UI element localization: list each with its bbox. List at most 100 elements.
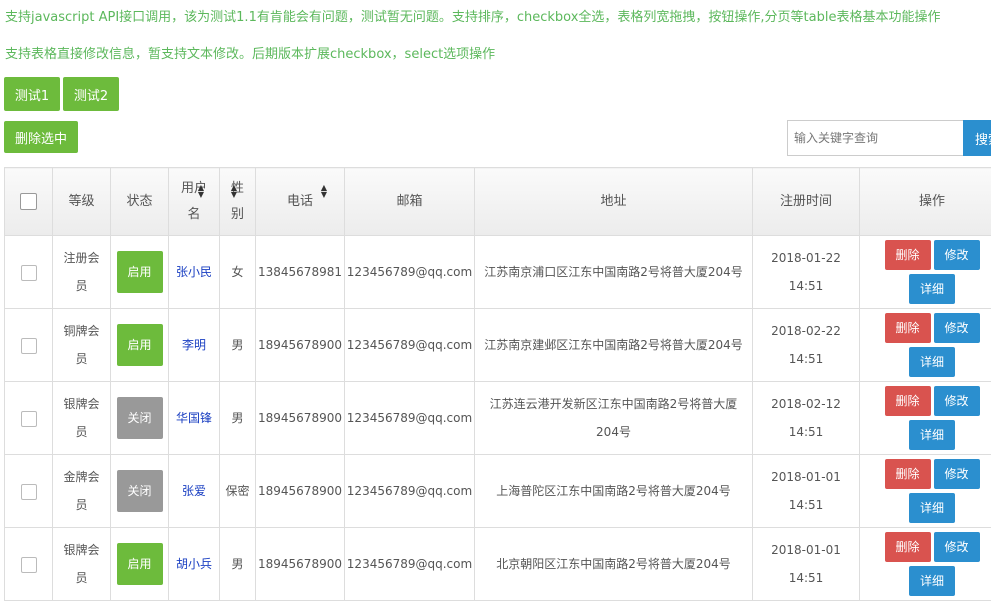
phone-cell: 18945678900	[255, 454, 345, 528]
row-checkbox[interactable]	[20, 410, 37, 427]
level-text: 银牌会员	[63, 543, 100, 585]
reg-date: 2018-01-01	[771, 543, 841, 557]
row-checkbox-cell[interactable]	[4, 381, 53, 455]
username-text[interactable]: 华国锋	[176, 411, 212, 425]
actions-cell: 删除 修改 详细	[859, 308, 991, 382]
level-cell: 金牌会员	[52, 454, 111, 528]
actions-cell: 删除 修改 详细	[859, 235, 991, 309]
username-text[interactable]: 张爱	[182, 484, 206, 498]
detail-button[interactable]: 详细	[909, 420, 955, 450]
header-gender[interactable]: 性别 ▲ ▼	[219, 167, 256, 236]
detail-button[interactable]: 详细	[909, 274, 955, 304]
header-phone-label: 电话	[286, 193, 313, 209]
row-checkbox[interactable]	[20, 337, 37, 354]
address-text: 江苏连云港开发新区江东中国南路2号将普大厦204号	[489, 397, 738, 439]
reg-time-cell: 2018-01-01 14:51	[752, 454, 860, 528]
sort-icon[interactable]: ▲ ▼	[230, 184, 238, 199]
username-cell[interactable]: 张小民	[168, 235, 220, 309]
username-cell[interactable]: 胡小兵	[168, 527, 220, 601]
table-header-row: 等级 状态 用户名 ▲ ▼ 性别 ▲ ▼ 电话 ▲ ▼ 邮箱 地址 注册时间 操作	[4, 167, 991, 236]
reg-time: 14:51	[788, 571, 824, 585]
actions-cell: 删除 修改 详细	[859, 527, 991, 601]
table-row: 金牌会员 关闭 张爱 保密 18945678900 123456789@qq.c…	[4, 454, 991, 528]
delete-button[interactable]: 删除	[884, 459, 931, 489]
edit-button[interactable]: 修改	[933, 240, 980, 270]
gender-cell: 男	[219, 381, 256, 455]
header-level: 等级	[52, 167, 111, 236]
username-cell[interactable]: 李明	[168, 308, 220, 382]
level-cell: 银牌会员	[52, 381, 111, 455]
header-reg-time: 注册时间	[752, 167, 860, 236]
email-cell: 123456789@qq.com	[344, 454, 475, 528]
address-cell: 江苏南京建邺区江东中国南路2号将普大厦204号	[474, 308, 753, 382]
status-cell: 启用	[110, 235, 169, 309]
edit-button[interactable]: 修改	[933, 386, 980, 416]
row-checkbox-cell[interactable]	[4, 454, 53, 528]
gender-cell: 保密	[219, 454, 256, 528]
detail-button[interactable]: 详细	[909, 347, 955, 377]
username-cell[interactable]: 华国锋	[168, 381, 220, 455]
select-all-checkbox[interactable]	[20, 192, 37, 210]
username-text[interactable]: 李明	[182, 338, 206, 352]
header-phone[interactable]: 电话 ▲ ▼	[255, 167, 345, 236]
level-text: 注册会员	[63, 251, 100, 293]
reg-time-cell: 2018-01-01 14:51	[752, 527, 860, 601]
intro-text-1: 支持javascript API接口调用，该为测试1.1有肯能会有问题，测试暂无…	[5, 10, 941, 25]
reg-time: 14:51	[788, 498, 824, 512]
row-checkbox-cell[interactable]	[4, 308, 53, 382]
delete-button[interactable]: 删除	[884, 386, 931, 416]
delete-selected-button[interactable]: 删除选中	[4, 121, 78, 153]
reg-date: 2018-01-01	[771, 470, 841, 484]
reg-date: 2018-02-12	[771, 397, 841, 411]
reg-time: 14:51	[788, 425, 824, 439]
select-all-cell[interactable]	[4, 167, 53, 236]
username-text[interactable]: 胡小兵	[176, 557, 212, 571]
delete-button[interactable]: 删除	[884, 313, 931, 343]
level-text: 铜牌会员	[63, 324, 100, 366]
username-cell[interactable]: 张爱	[168, 454, 220, 528]
row-checkbox[interactable]	[20, 483, 37, 500]
search-input[interactable]	[787, 120, 963, 156]
sort-icon[interactable]: ▲ ▼	[320, 184, 328, 199]
header-address: 地址	[474, 167, 753, 236]
status-cell: 启用	[110, 308, 169, 382]
status-toggle[interactable]: 启用	[116, 543, 163, 585]
row-checkbox-cell[interactable]	[4, 235, 53, 309]
gender-cell: 男	[219, 308, 256, 382]
phone-cell: 18945678900	[255, 527, 345, 601]
edit-button[interactable]: 修改	[933, 532, 980, 562]
reg-date: 2018-01-22	[771, 251, 841, 265]
level-cell: 银牌会员	[52, 527, 111, 601]
row-checkbox[interactable]	[20, 556, 37, 573]
reg-time: 14:51	[788, 279, 824, 293]
edit-button[interactable]: 修改	[933, 313, 980, 343]
username-text[interactable]: 张小民	[176, 265, 212, 279]
status-toggle[interactable]: 启用	[116, 251, 163, 293]
detail-button[interactable]: 详细	[909, 493, 955, 523]
level-cell: 注册会员	[52, 235, 111, 309]
sort-icon[interactable]: ▲ ▼	[197, 184, 205, 199]
reg-time-cell: 2018-02-22 14:51	[752, 308, 860, 382]
intro-text-2: 支持表格直接修改信息，暂支持文本修改。后期版本扩展checkbox，select…	[5, 47, 496, 62]
search-button[interactable]: 搜索	[963, 120, 991, 156]
status-toggle[interactable]: 关闭	[116, 397, 163, 439]
email-cell: 123456789@qq.com	[344, 308, 475, 382]
row-checkbox[interactable]	[20, 264, 37, 281]
status-cell: 关闭	[110, 381, 169, 455]
test1-button[interactable]: 测试1	[4, 77, 60, 111]
test2-button[interactable]: 测试2	[63, 77, 119, 111]
header-username[interactable]: 用户名 ▲ ▼	[168, 167, 220, 236]
address-cell: 江苏连云港开发新区江东中国南路2号将普大厦204号	[474, 381, 753, 455]
table-row: 银牌会员 关闭 华国锋 男 18945678900 123456789@qq.c…	[4, 381, 991, 455]
delete-button[interactable]: 删除	[884, 240, 931, 270]
status-toggle[interactable]: 关闭	[116, 470, 163, 512]
status-toggle[interactable]: 启用	[116, 324, 163, 366]
edit-button[interactable]: 修改	[933, 459, 980, 489]
detail-button[interactable]: 详细	[909, 566, 955, 596]
email-cell: 123456789@qq.com	[344, 381, 475, 455]
row-checkbox-cell[interactable]	[4, 527, 53, 601]
status-cell: 启用	[110, 527, 169, 601]
gender-cell: 女	[219, 235, 256, 309]
header-email: 邮箱	[344, 167, 475, 236]
delete-button[interactable]: 删除	[884, 532, 931, 562]
